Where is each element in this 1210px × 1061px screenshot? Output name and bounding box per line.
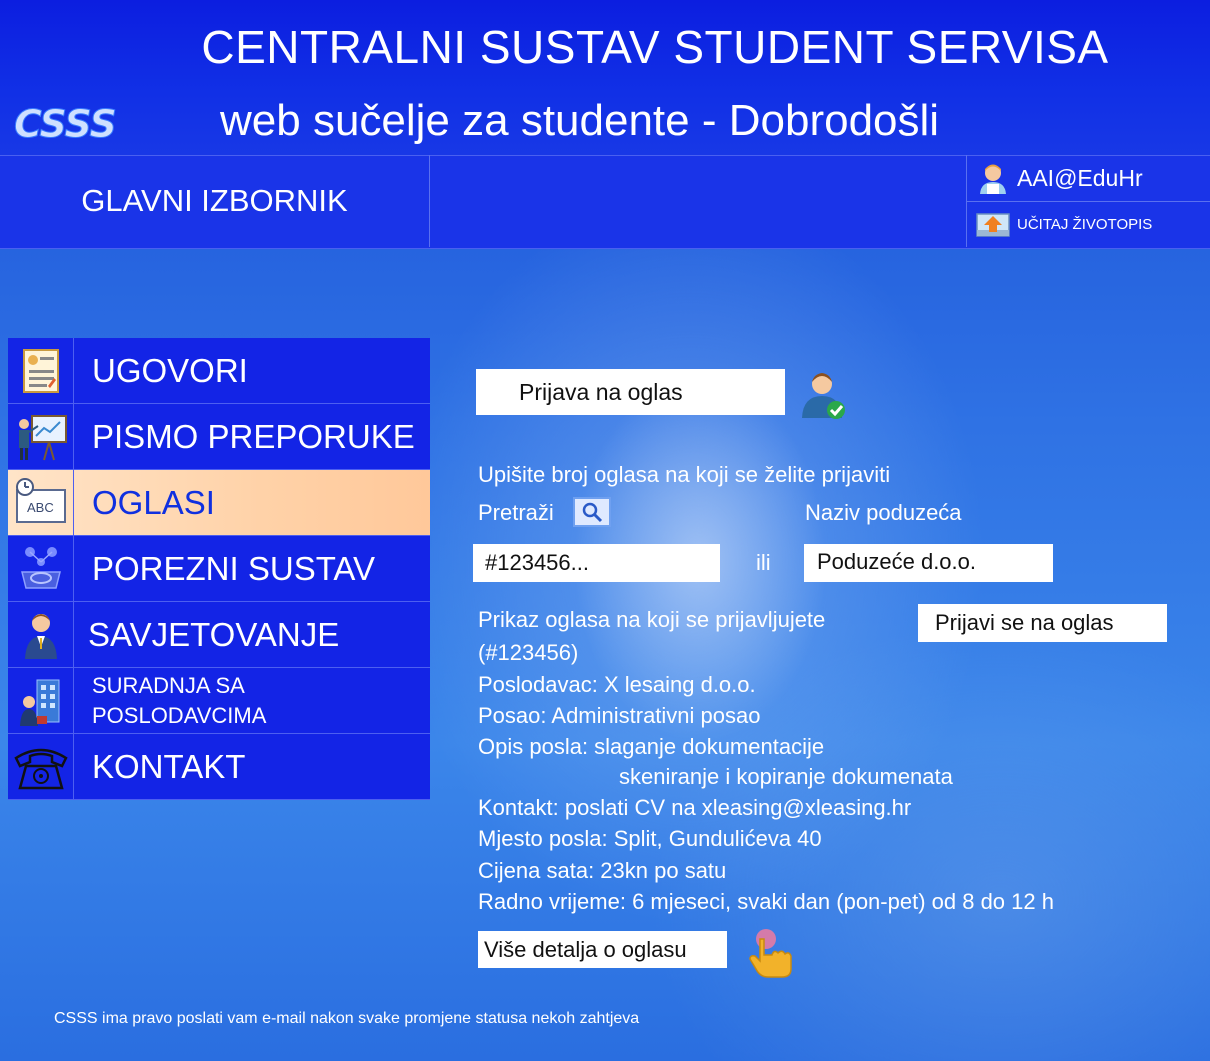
user-check-icon xyxy=(800,370,848,425)
sidebar-item-label: SURADNJA SA POSLODAVCIMA xyxy=(74,671,266,731)
description-text-continued: skeniranje i kopiranje dokumenata xyxy=(619,764,953,789)
sidebar-item-label: SAVJETOVANJE xyxy=(88,615,340,653)
search-label: Pretraži xyxy=(478,500,554,525)
csss-logo[interactable]: CSSS xyxy=(14,102,118,147)
or-label: ili xyxy=(756,550,771,575)
hand-pointer-icon xyxy=(738,925,804,984)
description-text: Opis posla: slaganje dokumentacije xyxy=(478,734,825,759)
sidebar-nav: UGOVORI PISMO PREPORUKE ABC OGLASI POREZ… xyxy=(8,338,430,800)
presentation-icon xyxy=(8,404,74,469)
sidebar-item-suradnja-sa-poslodavcima[interactable]: SURADNJA SA POSLODAVCIMA xyxy=(8,668,430,734)
telephone-icon xyxy=(8,734,74,799)
more-details-button[interactable]: Više detalja o oglasu xyxy=(478,931,727,968)
sidebar-item-label: UGOVORI xyxy=(92,351,248,389)
svg-text:ABC: ABC xyxy=(27,500,54,515)
sidebar-item-oglasi[interactable]: ABC OGLASI xyxy=(8,470,430,536)
contract-icon xyxy=(8,338,74,403)
upload-cv-link[interactable]: UČITAJ ŽIVOTOPIS xyxy=(967,201,1210,247)
aai-login-link[interactable]: AAI@EduHr xyxy=(967,155,1210,202)
preview-title: Prikaz oglasa na koji se prijavljujete xyxy=(478,607,826,632)
sidebar-item-label: PISMO PREPORUKE xyxy=(92,417,415,455)
main-menu-label[interactable]: GLAVNI IZBORNIK xyxy=(0,155,430,247)
employer-building-icon xyxy=(8,668,74,733)
job-text: Posao: Administrativni posao xyxy=(478,703,761,728)
user-icon xyxy=(975,161,1011,195)
company-label: Naziv poduzeća xyxy=(805,500,962,525)
sidebar-item-label: OGLASI xyxy=(92,483,215,521)
advisor-icon xyxy=(8,602,74,667)
preview-ad-number: (#123456) xyxy=(478,640,579,665)
account-box: AAI@EduHr UČITAJ ŽIVOTOPIS xyxy=(966,155,1210,247)
apply-to-ad-button[interactable]: Prijavi se na oglas xyxy=(918,604,1167,642)
sidebar-item-ugovori[interactable]: UGOVORI xyxy=(8,338,430,404)
sidebar-item-savjetovanje[interactable]: SAVJETOVANJE xyxy=(8,602,430,668)
sidebar-item-label-line1: SURADNJA SA xyxy=(92,672,245,698)
upload-cv-label: UČITAJ ŽIVOTOPIS xyxy=(1017,215,1153,233)
search-icon[interactable] xyxy=(573,497,611,527)
work-time-text: Radno vrijeme: 6 mjeseci, svaki dan (pon… xyxy=(478,889,1054,914)
ad-board-icon: ABC xyxy=(8,470,74,535)
hourly-rate-text: Cijena sata: 23kn po satu xyxy=(478,858,727,883)
apply-heading: Prijava na oglas xyxy=(476,369,785,415)
contact-text: Kontakt: poslati CV na xleasing@xleasing… xyxy=(478,795,912,820)
footer-note: CSSS ima pravo poslati vam e-mail nakon … xyxy=(54,1010,640,1027)
ad-number-input[interactable]: #123456... xyxy=(473,544,720,582)
sidebar-item-pismo-preporuke[interactable]: PISMO PREPORUKE xyxy=(8,404,430,470)
sidebar-item-label: POREZNI SUSTAV xyxy=(92,549,375,587)
employer-text: Poslodavac: X lesaing d.o.o. xyxy=(478,672,756,697)
page-subtitle: web sučelje za studente - Dobrodošli xyxy=(220,96,940,145)
instruction-text: Upišite broj oglasa na koji se želite pr… xyxy=(478,462,891,487)
sidebar-item-label: KONTAKT xyxy=(92,747,246,785)
tax-money-icon xyxy=(8,536,74,601)
sidebar-item-porezni-sustav[interactable]: POREZNI SUSTAV xyxy=(8,536,430,602)
page-title: CENTRALNI SUSTAV STUDENT SERVISA xyxy=(201,21,1109,73)
company-name-input[interactable]: Poduzeće d.o.o. xyxy=(804,544,1053,582)
page-header: CENTRALNI SUSTAV STUDENT SERVISA CSSS we… xyxy=(0,0,1210,155)
upload-icon xyxy=(975,207,1011,241)
aai-label: AAI@EduHr xyxy=(1017,164,1143,191)
sidebar-item-kontakt[interactable]: KONTAKT xyxy=(8,734,430,800)
location-text: Mjesto posla: Split, Gundulićeva 40 xyxy=(478,826,822,851)
sidebar-item-label-line2: POSLODAVCIMA xyxy=(92,702,267,728)
